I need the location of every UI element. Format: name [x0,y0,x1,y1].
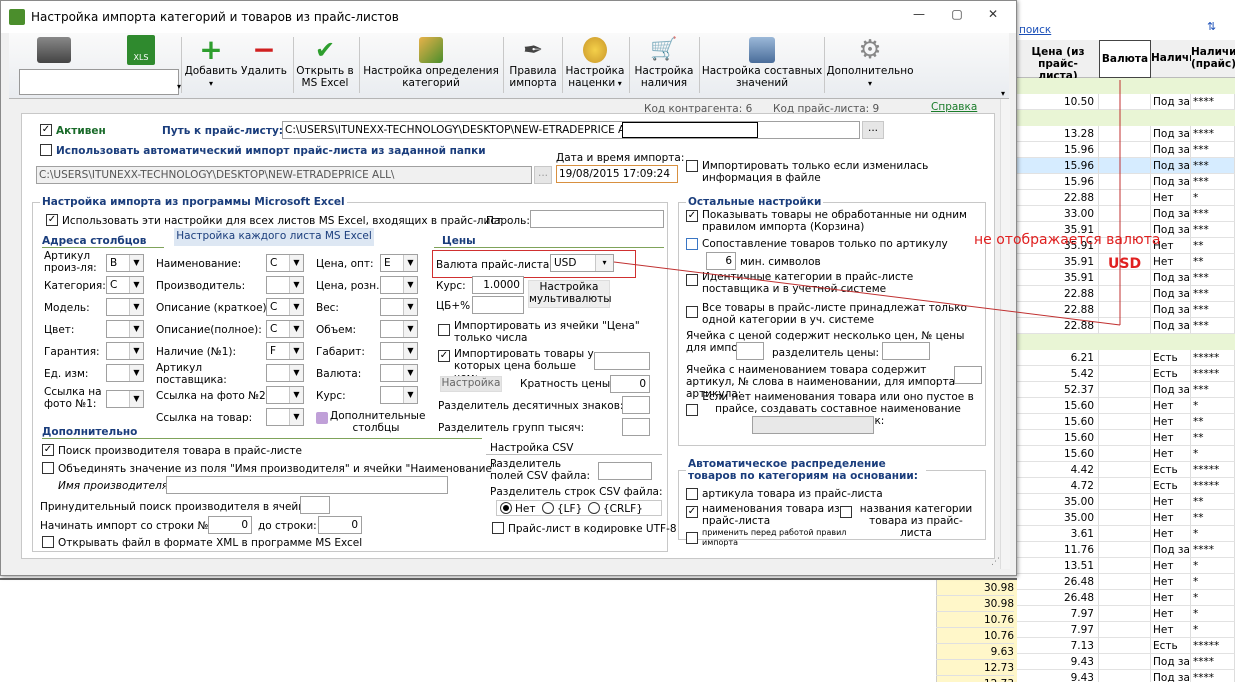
annotation-line-1 [613,261,1121,326]
annotation-currency: USD [1108,256,1142,272]
annotation-text: не отображается валюта [974,232,1161,248]
annotation-overlay [613,80,1121,326]
